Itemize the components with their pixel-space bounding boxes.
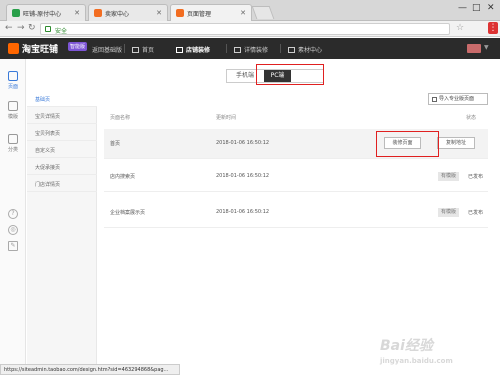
nav-home-label: 首页	[142, 47, 155, 54]
nav-home[interactable]: 首页	[132, 45, 154, 54]
import-pro-page-button[interactable]: 导入专业版页面	[428, 93, 488, 105]
pagenav-promo[interactable]: 大促承接页	[27, 158, 97, 175]
template-icon	[8, 101, 18, 111]
tab-label: 页面管理	[187, 11, 212, 18]
rail-categories[interactable]: 分类	[0, 134, 26, 153]
chevron-down-icon[interactable]: ▼	[484, 44, 489, 51]
highlight-box-decorate	[376, 131, 439, 157]
pagenav-basic[interactable]: 基础页	[27, 90, 97, 107]
back-arrow-icon[interactable]: ←	[5, 23, 13, 33]
nav-divider	[124, 44, 125, 53]
logo-text: 淘宝旺铺	[22, 45, 59, 55]
nav-store-decoration[interactable]: 店铺装修	[176, 45, 210, 54]
table-row: 店内搜索页 2018-01-06 16:50:12 有模版 已发布	[104, 162, 488, 192]
browser-menu-icon[interactable]: ⋮	[488, 22, 498, 34]
detail-icon	[234, 47, 241, 53]
copy-address-button[interactable]: 复制地址	[437, 137, 475, 149]
page-name: 企业档案展示页	[110, 210, 146, 216]
tab-page-manage[interactable]: 页面管理 ✕	[170, 4, 252, 21]
nav-store-decoration-label: 店铺装修	[186, 47, 211, 54]
pagenav-custom[interactable]: 自定义页	[27, 141, 97, 158]
tab-seller-center[interactable]: 卖家中心 ✕	[88, 4, 168, 21]
reload-icon[interactable]: ↻	[28, 23, 36, 33]
url-field[interactable]: 安全	[40, 23, 450, 35]
nav-back-basic[interactable]: 返回基础版	[92, 45, 122, 54]
rail-pages[interactable]: 页面	[0, 71, 26, 90]
status-badge: 已发布	[468, 174, 484, 180]
edit-icon[interactable]: ✎	[8, 241, 18, 251]
rail-templates[interactable]: 模版	[0, 101, 26, 120]
nav-divider	[226, 44, 227, 53]
minimize-icon[interactable]: —	[458, 3, 467, 13]
edition-badge: 智能版	[68, 42, 88, 51]
template-tag: 有模版	[438, 172, 460, 181]
wangpu-favicon-icon	[12, 9, 20, 17]
import-icon	[432, 97, 437, 102]
pages-icon	[8, 71, 18, 81]
avatar[interactable]	[467, 44, 481, 53]
help-icon[interactable]: ?	[8, 209, 18, 219]
tab-wangpu[interactable]: 旺铺-原付中心 ✕	[6, 4, 86, 21]
maximize-icon[interactable]: □	[472, 3, 481, 13]
nav-detail-decoration[interactable]: 详情装修	[234, 45, 268, 54]
updated-time: 2018-01-06 16:50:12	[216, 173, 270, 179]
browser-status-bar: https://siteadmin.taobao.com/design.htm?…	[0, 364, 180, 375]
lock-icon	[45, 26, 51, 32]
secure-label: 安全	[55, 28, 68, 35]
top-navigation: 淘宝旺铺 智能版 返回基础版 首页 店铺装修 详情装修 素材中心 ▼	[0, 38, 500, 59]
new-tab-button[interactable]	[251, 6, 275, 19]
taobao-wangpu-logo[interactable]: 淘宝旺铺	[8, 42, 58, 55]
nav-detail-decoration-label: 详情装修	[244, 47, 269, 54]
nav-divider	[280, 44, 281, 53]
left-icon-rail: 页面 模版 分类 ? ◎ ✎	[0, 59, 26, 364]
taobao-favicon-icon	[94, 9, 102, 17]
page-name: 店内搜索页	[110, 174, 136, 180]
baidu-jingyan-watermark: Bai经验 jingyan.baidu.com	[380, 335, 492, 373]
material-icon	[288, 47, 295, 53]
close-icon[interactable]: ✕	[156, 9, 162, 17]
notification-icon[interactable]: ◎	[8, 225, 18, 235]
rail-pages-label: 页面	[7, 84, 18, 90]
watermark-title: Bai经验	[380, 338, 433, 354]
taobao-favicon-icon	[176, 9, 184, 17]
tab-label: 卖家中心	[105, 11, 130, 18]
template-tag: 有模版	[438, 208, 460, 217]
forward-arrow-icon[interactable]: →	[17, 23, 25, 33]
page-name: 首页	[110, 141, 121, 147]
import-label: 导入专业版页面	[439, 96, 475, 102]
window-close-icon[interactable]: ✕	[487, 3, 495, 13]
table-row: 企业档案展示页 2018-01-06 16:50:12 有模版 已发布	[104, 198, 488, 228]
logo-mark-icon	[8, 43, 19, 54]
pagenav-item-detail[interactable]: 宝贝详情页	[27, 107, 97, 124]
category-icon	[8, 134, 18, 144]
store-icon	[176, 47, 183, 53]
nav-material-center[interactable]: 素材中心	[288, 45, 322, 54]
rail-categories-label: 分类	[7, 147, 18, 153]
bookmark-star-icon[interactable]: ☆	[456, 23, 464, 33]
status-badge: 已发布	[468, 210, 484, 216]
pagenav-store[interactable]: 门店详情页	[27, 175, 97, 192]
header-status: 状态	[466, 115, 477, 121]
header-updated-time: 更新时间	[216, 115, 237, 121]
tab-label: 旺铺-原付中心	[23, 11, 62, 18]
close-icon[interactable]: ✕	[74, 9, 80, 17]
address-bar-row: ← → ↻ 安全 ☆ ⋮	[0, 21, 500, 37]
close-icon[interactable]: ✕	[240, 9, 246, 17]
page-category-nav: 基础页 宝贝详情页 宝贝列表页 自定义页 大促承接页 门店详情页	[27, 90, 97, 370]
table-header: 页面名称 更新时间 状态	[104, 111, 488, 123]
watermark-sub: jingyan.baidu.com	[380, 357, 453, 365]
nav-material-center-label: 素材中心	[298, 47, 323, 54]
highlight-box-pc	[256, 64, 324, 85]
rail-templates-label: 模版	[7, 114, 18, 120]
updated-time: 2018-01-06 16:50:12	[216, 140, 270, 146]
updated-time: 2018-01-06 16:50:12	[216, 209, 270, 215]
browser-titlebar: 旺铺-原付中心 ✕ 卖家中心 ✕ 页面管理 ✕ — □ ✕	[0, 0, 500, 21]
header-page-name: 页面名称	[110, 115, 131, 121]
home-icon	[132, 47, 139, 53]
pagenav-item-list[interactable]: 宝贝列表页	[27, 124, 97, 141]
